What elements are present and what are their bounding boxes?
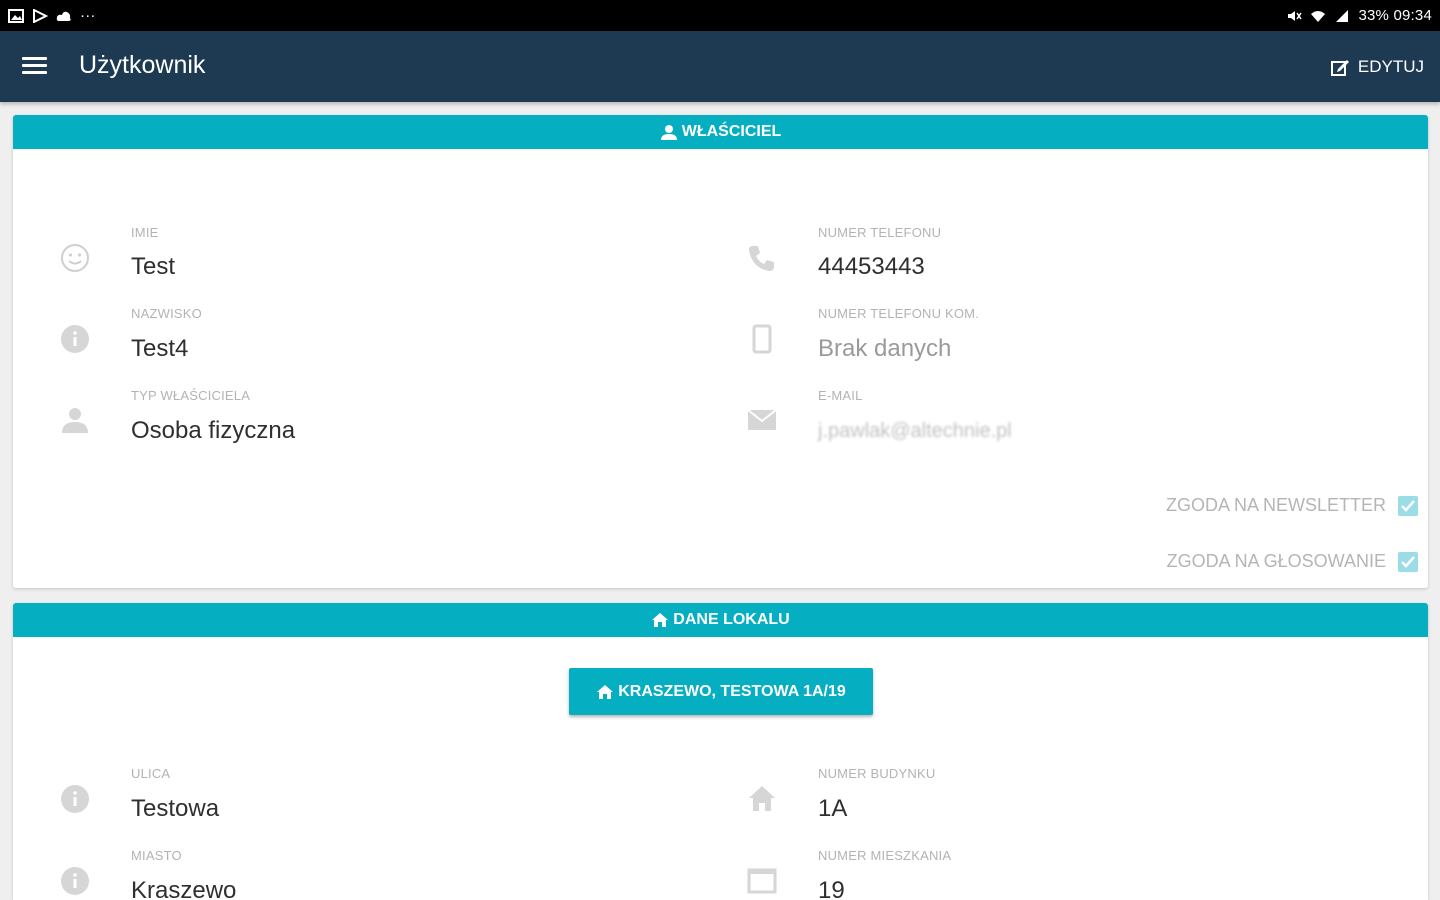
info-icon <box>61 325 89 353</box>
budynek-label: NUMER BUDYNKU <box>818 766 936 781</box>
window-icon <box>747 868 777 894</box>
page-title: Użytkownik <box>79 51 206 79</box>
home-icon <box>597 684 614 699</box>
edit-button-label: EDYTUJ <box>1357 57 1424 76</box>
imie-value: Test <box>131 253 176 280</box>
miasto-value: Kraszewo <box>131 877 237 900</box>
cloud-icon <box>56 11 71 21</box>
person-icon <box>660 125 677 140</box>
lokal-card-title: DANE LOKALU <box>673 611 790 628</box>
owner-card-header: WŁAŚCICIEL <box>13 115 1428 149</box>
typ-value: Osoba fizyczna <box>131 417 296 444</box>
app-bar: Użytkownik EDYTUJ <box>0 31 1440 102</box>
battery-time-text: 33% 09:34 <box>1358 7 1432 24</box>
newsletter-consent-label: ZGODA NA NEWSLETTER <box>1165 495 1386 515</box>
imie-label: IMIE <box>131 225 159 240</box>
email-value: j.pawlak@altechnie.pl <box>818 420 1012 442</box>
more-notifications: ··· <box>80 7 96 24</box>
telefon-kom-label: NUMER TELEFONU KOM. <box>818 306 980 321</box>
telefon-kom-value: Brak danych <box>818 335 952 362</box>
mieszkanie-value: 19 <box>818 877 845 900</box>
newsletter-consent: ZGODA NA NEWSLETTER <box>1166 495 1418 516</box>
ulica-label: ULICA <box>131 766 171 781</box>
voting-consent: ZGODA NA GŁOSOWANIE <box>1167 551 1418 572</box>
email-label: E-MAIL <box>818 388 863 403</box>
budynek-value: 1A <box>818 795 848 822</box>
check-icon <box>1401 499 1415 512</box>
status-bar: ··· 33% 09:34 <box>0 0 1440 31</box>
mobile-phone-icon <box>752 324 772 354</box>
home-icon <box>652 613 669 627</box>
newsletter-checkbox[interactable] <box>1398 495 1418 516</box>
menu-icon[interactable] <box>22 57 47 75</box>
address-button[interactable]: KRASZEWO, TESTOWA 1A/19 <box>569 668 873 715</box>
info-icon <box>61 867 89 895</box>
typ-label: TYP WŁAŚCICIELA <box>131 388 251 403</box>
nazwisko-label: NAZWISKO <box>131 306 202 321</box>
ulica-value: Testowa <box>131 795 220 822</box>
lokal-card-header: DANE LOKALU <box>13 603 1428 637</box>
lokal-card: DANE LOKALU KRASZEWO, TESTOWA 1A/19 ULIC… <box>13 603 1428 900</box>
status-bar-right: 33% 09:34 <box>1286 7 1432 24</box>
home-icon <box>749 786 775 811</box>
voting-consent-label: ZGODA NA GŁOSOWANIE <box>1166 551 1386 571</box>
edit-icon <box>1330 60 1349 76</box>
owner-card: WŁAŚCICIEL IMIE Test NAZWISKO Test4 TYP … <box>13 115 1428 588</box>
telefon-label: NUMER TELEFONU <box>818 225 942 240</box>
voting-checkbox[interactable] <box>1398 551 1418 572</box>
telefon-value: 44453443 <box>818 253 925 280</box>
signal-icon <box>1336 9 1349 22</box>
check-icon <box>1401 555 1415 568</box>
phone-icon <box>749 246 774 271</box>
wifi-icon <box>1311 10 1326 22</box>
status-bar-left: ··· <box>8 7 96 24</box>
play-store-icon <box>33 8 48 23</box>
mail-icon <box>747 409 777 430</box>
nazwisko-value: Test4 <box>131 335 189 362</box>
address-button-label: KRASZEWO, TESTOWA 1A/19 <box>618 682 846 700</box>
person-icon <box>62 408 88 433</box>
edit-button[interactable]: EDYTUJ <box>1330 53 1424 81</box>
miasto-label: MIASTO <box>131 848 182 863</box>
owner-card-title: WŁAŚCICIEL <box>681 123 782 140</box>
info-icon <box>61 785 89 813</box>
smiley-icon <box>61 244 89 272</box>
gallery-icon <box>8 8 24 23</box>
mieszkanie-label: NUMER MIESZKANIA <box>818 848 952 863</box>
mute-icon <box>1288 10 1303 21</box>
